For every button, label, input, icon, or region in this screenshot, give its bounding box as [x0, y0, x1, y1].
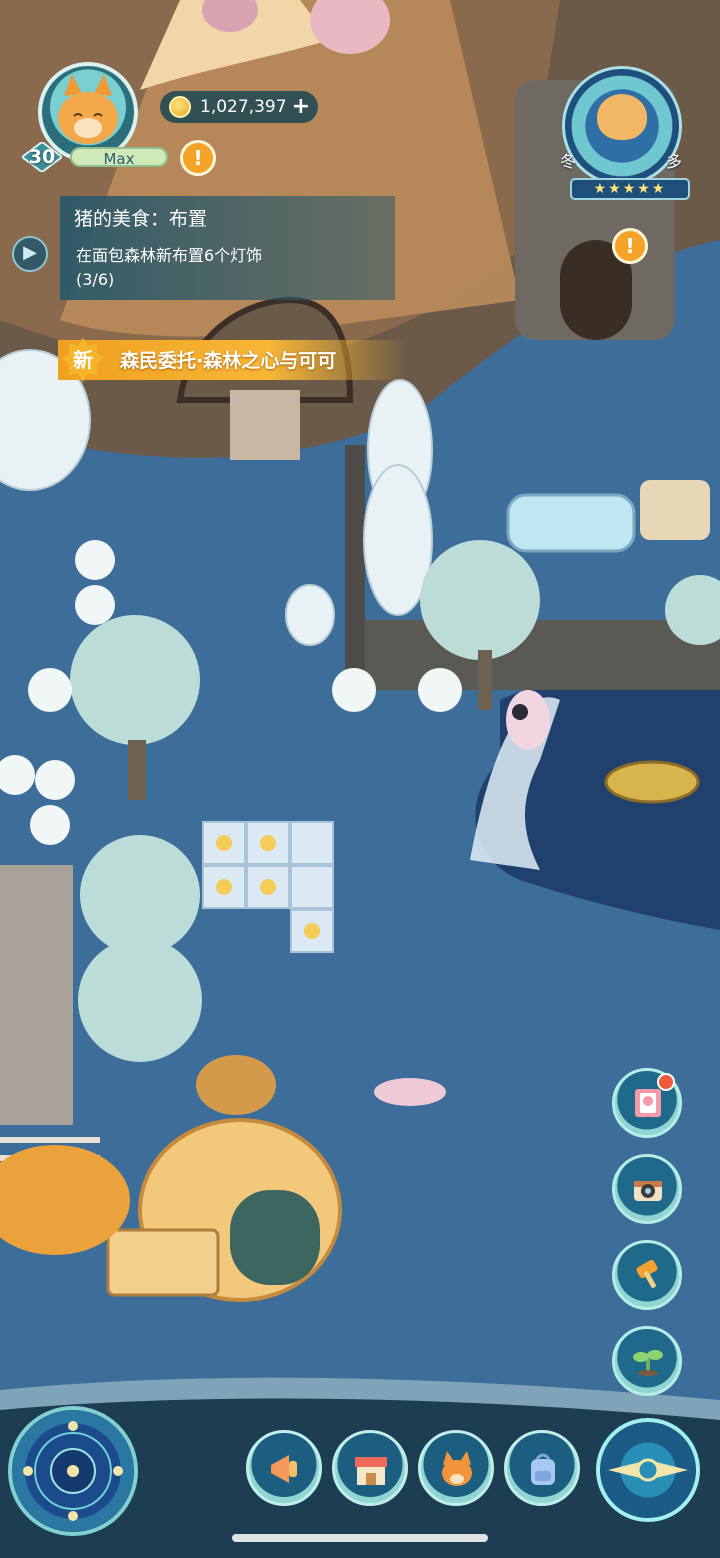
level-badge: 30 Max — [22, 142, 168, 172]
coin-amount: 1,027,397 — [200, 97, 287, 117]
level-max-label: Max — [70, 147, 168, 168]
backpack-icon — [531, 1453, 555, 1485]
camera-button[interactable] — [612, 1154, 682, 1224]
quest-panel[interactable]: 猪的美食：布置 在面包森林新布置6个灯饰 (3/6) — [60, 196, 395, 300]
star-rating: ★★★★★ — [570, 178, 690, 200]
shop-button[interactable] — [332, 1430, 408, 1506]
shop-icon — [355, 1457, 387, 1485]
notification-dot — [657, 1073, 675, 1091]
alert-icon[interactable]: ! — [180, 140, 216, 176]
build-button[interactable] — [612, 1240, 682, 1310]
player-level: 30 — [28, 146, 56, 168]
season-label: 冬 — [560, 152, 577, 171]
quest-title: 猪的美食：布置 — [74, 208, 208, 230]
tower-alert-icon[interactable]: ! — [612, 228, 648, 264]
quest-task: 在面包森林新布置6个灯饰 — [76, 246, 263, 265]
stone-wall — [345, 620, 720, 690]
commission-banner[interactable]: 新 森民委托·森林之心与可可 — [58, 338, 408, 382]
submarine — [604, 760, 700, 804]
quest-description: 在面包森林新布置6个灯饰 (3/6) — [76, 244, 366, 292]
camera-icon — [634, 1181, 662, 1201]
cloud-icon — [597, 94, 647, 140]
fox-icon — [442, 1451, 472, 1486]
journal-button[interactable] — [612, 1068, 682, 1138]
garden-button[interactable] — [612, 1326, 682, 1396]
hammer-icon — [636, 1259, 658, 1288]
coin-counter[interactable]: 1,027,397 + — [160, 91, 318, 123]
moon-phase-compass-icon — [23, 1421, 123, 1521]
stone-path — [0, 865, 73, 1125]
bunny-character — [506, 690, 550, 750]
navigation-compass-button[interactable] — [596, 1418, 700, 1522]
map-compass-button[interactable] — [8, 1406, 138, 1536]
announcement-button[interactable] — [246, 1430, 322, 1506]
quest-toggle-button[interactable]: ▶ — [12, 236, 48, 272]
coin-icon — [169, 96, 191, 118]
sprout-icon — [633, 1350, 663, 1376]
megaphone-icon — [271, 1455, 297, 1483]
backpack-button[interactable] — [504, 1430, 580, 1506]
weather-widget[interactable]: 冬 多云 — [552, 56, 692, 196]
sleeping-character — [374, 1078, 446, 1106]
new-badge: 新 — [62, 338, 104, 382]
book-icon — [635, 1089, 661, 1117]
blue-bench — [506, 493, 636, 553]
character-button[interactable] — [418, 1430, 494, 1506]
compass-needle-icon — [608, 1458, 688, 1482]
commission-banner-text: 森民委托·森林之心与可可 — [120, 350, 337, 372]
quest-progress: (3/6) — [76, 270, 115, 289]
add-coins-button[interactable]: + — [292, 91, 310, 123]
home-indicator[interactable] — [232, 1534, 488, 1542]
